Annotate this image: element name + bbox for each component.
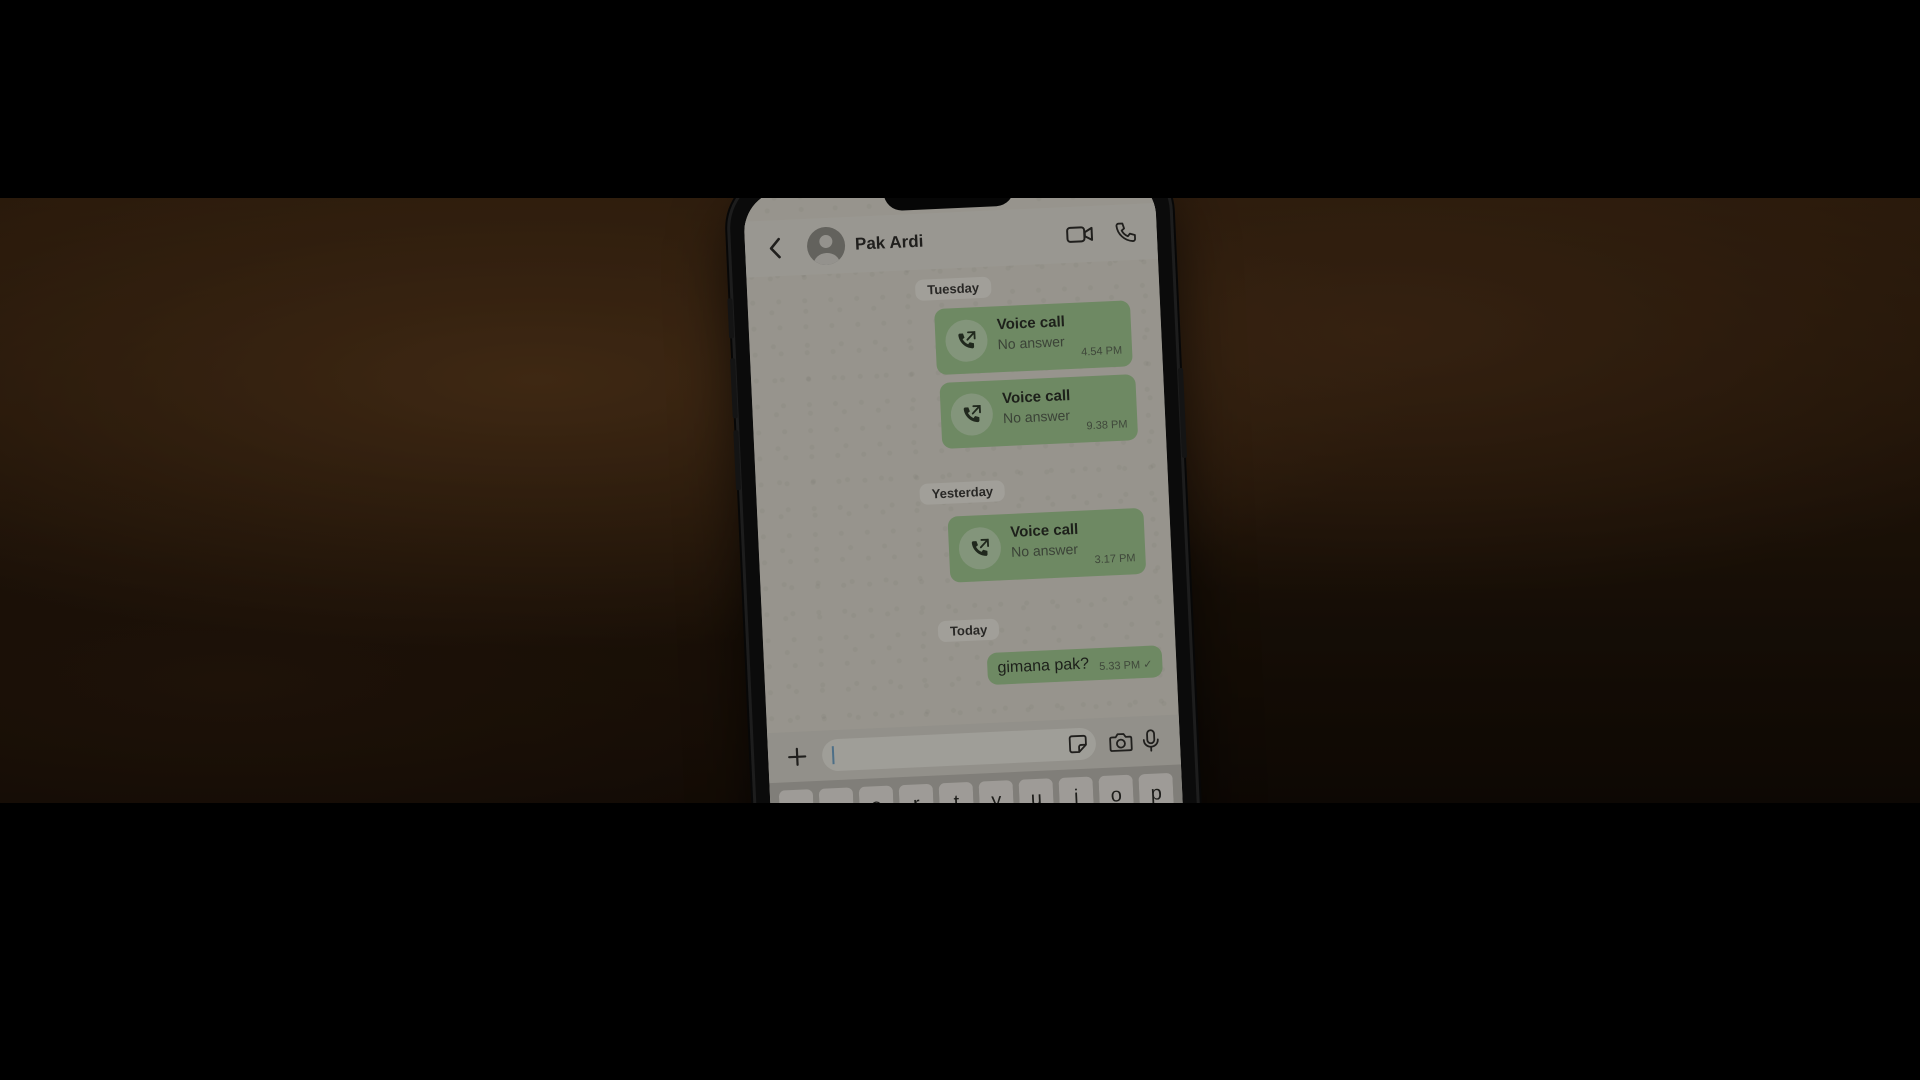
call-title: Voice call [996, 313, 1066, 334]
contact-avatar[interactable] [806, 226, 846, 266]
phone-volume-down-button [733, 430, 742, 491]
call-icon-circle [958, 526, 1002, 571]
message-time-wrap: 5.33 PM ✓ [1099, 658, 1153, 673]
sent-check-icon: ✓ [1142, 658, 1153, 672]
message-time: 3.17 PM [1094, 552, 1136, 567]
outgoing-call-icon [971, 538, 990, 556]
call-title: Voice call [1009, 520, 1079, 541]
key-o[interactable]: o [1098, 774, 1135, 803]
date-separator-yesterday: Yesterday [919, 480, 1006, 505]
background-scene: Pak Ardi Tuesday Voice call No answer 4.… [0, 198, 1920, 803]
message-time: 9.38 PM [1086, 418, 1128, 433]
key-p[interactable]: p [1138, 772, 1175, 803]
plus-icon [788, 747, 807, 766]
text-caret [831, 746, 835, 765]
call-title: Voice call [1001, 387, 1071, 408]
voice-message-button[interactable] [1135, 725, 1166, 756]
key-u[interactable]: u [1018, 778, 1055, 803]
contact-name[interactable]: Pak Ardi [855, 226, 1050, 255]
attach-button[interactable] [782, 741, 813, 772]
microphone-icon [1142, 729, 1159, 752]
camera-button[interactable] [1105, 726, 1136, 757]
message-list[interactable]: Tuesday Voice call No answer 4.54 PM Voi… [746, 259, 1178, 733]
message-time: 5.33 PM [1098, 659, 1141, 674]
outgoing-call-icon [958, 331, 976, 349]
key-t[interactable]: t [938, 781, 975, 803]
text-message-1[interactable]: gimana pak? 5.33 PM ✓ [986, 645, 1163, 686]
date-separator-tuesday: Tuesday [914, 276, 992, 301]
key-y[interactable]: y [978, 780, 1015, 803]
message-input[interactable] [821, 727, 1097, 772]
key-e[interactable]: e [858, 785, 895, 803]
phone-volume-up-button [730, 358, 738, 419]
phone-screen: Pak Ardi Tuesday Voice call No answer 4.… [742, 198, 1186, 803]
outgoing-call-icon [963, 404, 981, 423]
key-q[interactable]: q [778, 789, 815, 803]
video-camera-icon [1066, 226, 1094, 243]
voice-call-button[interactable] [1110, 217, 1141, 248]
phone-side-button [727, 298, 735, 339]
message-time: 4.54 PM [1080, 344, 1123, 359]
key-r[interactable]: r [898, 783, 935, 803]
date-separator-today: Today [937, 618, 1000, 643]
call-message-2[interactable]: Voice call No answer 9.38 PM [939, 374, 1139, 449]
call-message-3[interactable]: Voice call No answer 3.17 PM [947, 507, 1147, 583]
video-call-button[interactable] [1064, 219, 1095, 250]
phone-device: Pak Ardi Tuesday Voice call No answer 4.… [727, 198, 1201, 803]
key-w[interactable]: w [818, 787, 855, 803]
phone-icon [1115, 222, 1136, 242]
call-icon-circle [949, 392, 994, 437]
phone-power-button [1177, 367, 1188, 459]
key-i[interactable]: i [1058, 776, 1095, 803]
back-button[interactable] [760, 234, 789, 263]
call-icon-circle [944, 318, 989, 363]
message-text: gimana pak? [997, 655, 1090, 677]
chevron-left-icon [769, 237, 781, 259]
video-frame: Pak Ardi Tuesday Voice call No answer 4.… [0, 0, 1920, 1080]
call-message-1[interactable]: Voice call No answer 4.54 PM [934, 300, 1133, 376]
sticker-icon [1068, 734, 1087, 754]
sticker-button[interactable] [1065, 732, 1090, 757]
camera-icon [1109, 733, 1133, 752]
